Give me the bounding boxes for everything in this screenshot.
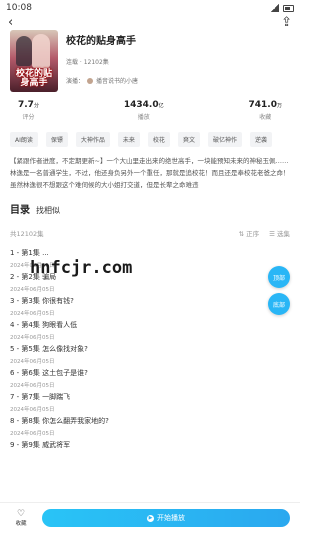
episode-date: 2024年06月05日 (10, 407, 55, 413)
tag-item[interactable]: 破亿神作 (207, 132, 242, 147)
episode-date: 2024年06月05日 (10, 311, 55, 317)
back-icon[interactable]: ‹ (8, 15, 13, 30)
tag-item[interactable]: 大神作品 (75, 132, 110, 147)
signal-icon (271, 4, 279, 12)
stat-rating-unit: 分 (33, 103, 39, 109)
stat-favorites-unit: 万 (276, 103, 282, 109)
status-icons (271, 4, 294, 12)
episode-title: 9 - 第9集 威武将军 (10, 441, 71, 449)
episode-title: 7 - 第7集 一脚踹飞 (10, 393, 71, 401)
list-item[interactable]: 9 - 第9集 威武将军 (0, 437, 300, 461)
status-bar: 10:08 (0, 0, 300, 16)
episode-total: 共12102集 (10, 230, 44, 238)
start-play-label: 开始播放 (157, 514, 185, 522)
scroll-top-button[interactable]: 顶部 (268, 266, 290, 288)
tag-item[interactable]: 校花 (147, 132, 170, 147)
list-toolbar: 共12102集 ⇅ 正序 ☰ 选集 (0, 228, 300, 238)
stat-plays-unit: 亿 (158, 103, 164, 109)
episode-date: 2024年06月05日 (10, 431, 55, 437)
tag-item[interactable]: 保镖 (45, 132, 68, 147)
battery-icon (283, 4, 294, 12)
bottom-bar: ♡ 收藏 ▶ 开始播放 (0, 502, 300, 533)
episode-date: 2024年06月05日 (10, 287, 55, 293)
episode-date: 2024年06月05日 (10, 383, 55, 389)
top-bar: ‹ ⇪ (0, 15, 300, 30)
list-item[interactable]: 5 - 第5集 怎么像找对象? 2024年06月05日 (0, 341, 300, 365)
start-play-button[interactable]: ▶ 开始播放 (42, 509, 290, 527)
stats-row: 7.7分 评分 1434.0亿 播放 741.0万 收藏 (0, 100, 300, 121)
favorite-label: 收藏 (15, 520, 27, 527)
episode-title: 1 - 第1集 ... (10, 249, 49, 257)
sort-button[interactable]: ⇅ 正序 (239, 228, 260, 238)
tag-item[interactable]: AI朗读 (10, 132, 38, 147)
status-time: 10:08 (6, 3, 32, 13)
list-controls: ⇅ 正序 ☰ 选集 (239, 228, 290, 238)
tag-item[interactable]: 爽文 (177, 132, 200, 147)
narrator-avatar (87, 77, 94, 84)
narrator-label: 演播： (66, 78, 85, 85)
tag-list: AI朗读 保镖 大神作品 未来 校花 爽文 破亿神作 逆袭 (0, 132, 300, 147)
book-cover: 校花的贴身高手 (10, 30, 58, 92)
episode-date: 2024年06月05日 (10, 335, 55, 341)
narrator-row[interactable]: 演播： 播音说书的小唐 (66, 76, 290, 85)
favorite-button[interactable]: ♡ 收藏 (10, 508, 32, 527)
list-item[interactable]: 8 - 第8集 你怎么翻弄我家地的? 2024年06月05日 (0, 413, 300, 437)
episode-title: 8 - 第8集 你怎么翻弄我家地的? (10, 417, 109, 425)
stat-rating-label: 评分 (22, 114, 35, 121)
stat-plays-label: 播放 (137, 114, 150, 121)
episode-title: 4 - 第4集 狗眼看人低 (10, 321, 78, 329)
book-header: 校花的贴身高手 校花的贴身高手 连载 · 12102集 演播： 播音说书的小唐 (0, 28, 300, 92)
book-meta: 连载 · 12102集 (66, 59, 109, 66)
stat-favorites-value: 741.0 (248, 100, 277, 110)
stat-plays-value: 1434.0 (123, 100, 159, 110)
stat-favorites: 741.0万 收藏 (249, 100, 282, 121)
stat-rating-value: 7.7 (18, 100, 34, 110)
list-item[interactable]: 3 - 第3集 你很有钱? 2024年06月05日 (0, 293, 300, 317)
episode-title: 5 - 第5集 怎么像找对象? (10, 345, 88, 353)
book-title: 校花的贴身高手 (66, 36, 136, 47)
narrator-name: 播音说书的小唐 (96, 78, 139, 85)
cover-title: 校花的贴身高手 (15, 69, 52, 88)
episode-title: 3 - 第3集 你很有钱? (10, 297, 74, 305)
tab-similar[interactable]: 找相似 (36, 205, 60, 216)
watermark: hnfcjr.com (30, 258, 133, 278)
book-info: 校花的贴身高手 连载 · 12102集 演播： 播音说书的小唐 (66, 30, 290, 92)
tab-catalog[interactable]: 目录 (10, 201, 30, 216)
list-item[interactable]: 4 - 第4集 狗眼看人低 2024年06月05日 (0, 317, 300, 341)
tab-bar: 目录 找相似 (0, 201, 300, 216)
play-icon: ▶ (147, 514, 154, 522)
select-episodes-button[interactable]: ☰ 选集 (269, 228, 290, 238)
stat-plays: 1434.0亿 播放 (124, 100, 164, 121)
episode-date: 2024年06月05日 (10, 359, 55, 365)
book-description[interactable]: 【紧跟作者进度，不定期更新~】一个大山里走出来的绝世高手，一块能预知未来的神秘玉… (10, 155, 290, 191)
stat-rating: 7.7分 评分 (18, 100, 39, 121)
stat-favorites-label: 收藏 (259, 114, 272, 121)
list-item[interactable]: 7 - 第7集 一脚踹飞 2024年06月05日 (0, 389, 300, 413)
cover-figure-right (32, 34, 50, 68)
scroll-bottom-button[interactable]: 底部 (268, 293, 290, 315)
tag-item[interactable]: 未来 (117, 132, 140, 147)
heart-icon: ♡ (16, 508, 26, 519)
list-item[interactable]: 6 - 第6集 这土包子是谁? 2024年06月05日 (0, 365, 300, 389)
episode-title: 6 - 第6集 这土包子是谁? (10, 369, 88, 377)
cover-figure-left (16, 36, 32, 66)
share-icon[interactable]: ⇪ (281, 15, 292, 30)
tag-item[interactable]: 逆袭 (249, 132, 272, 147)
